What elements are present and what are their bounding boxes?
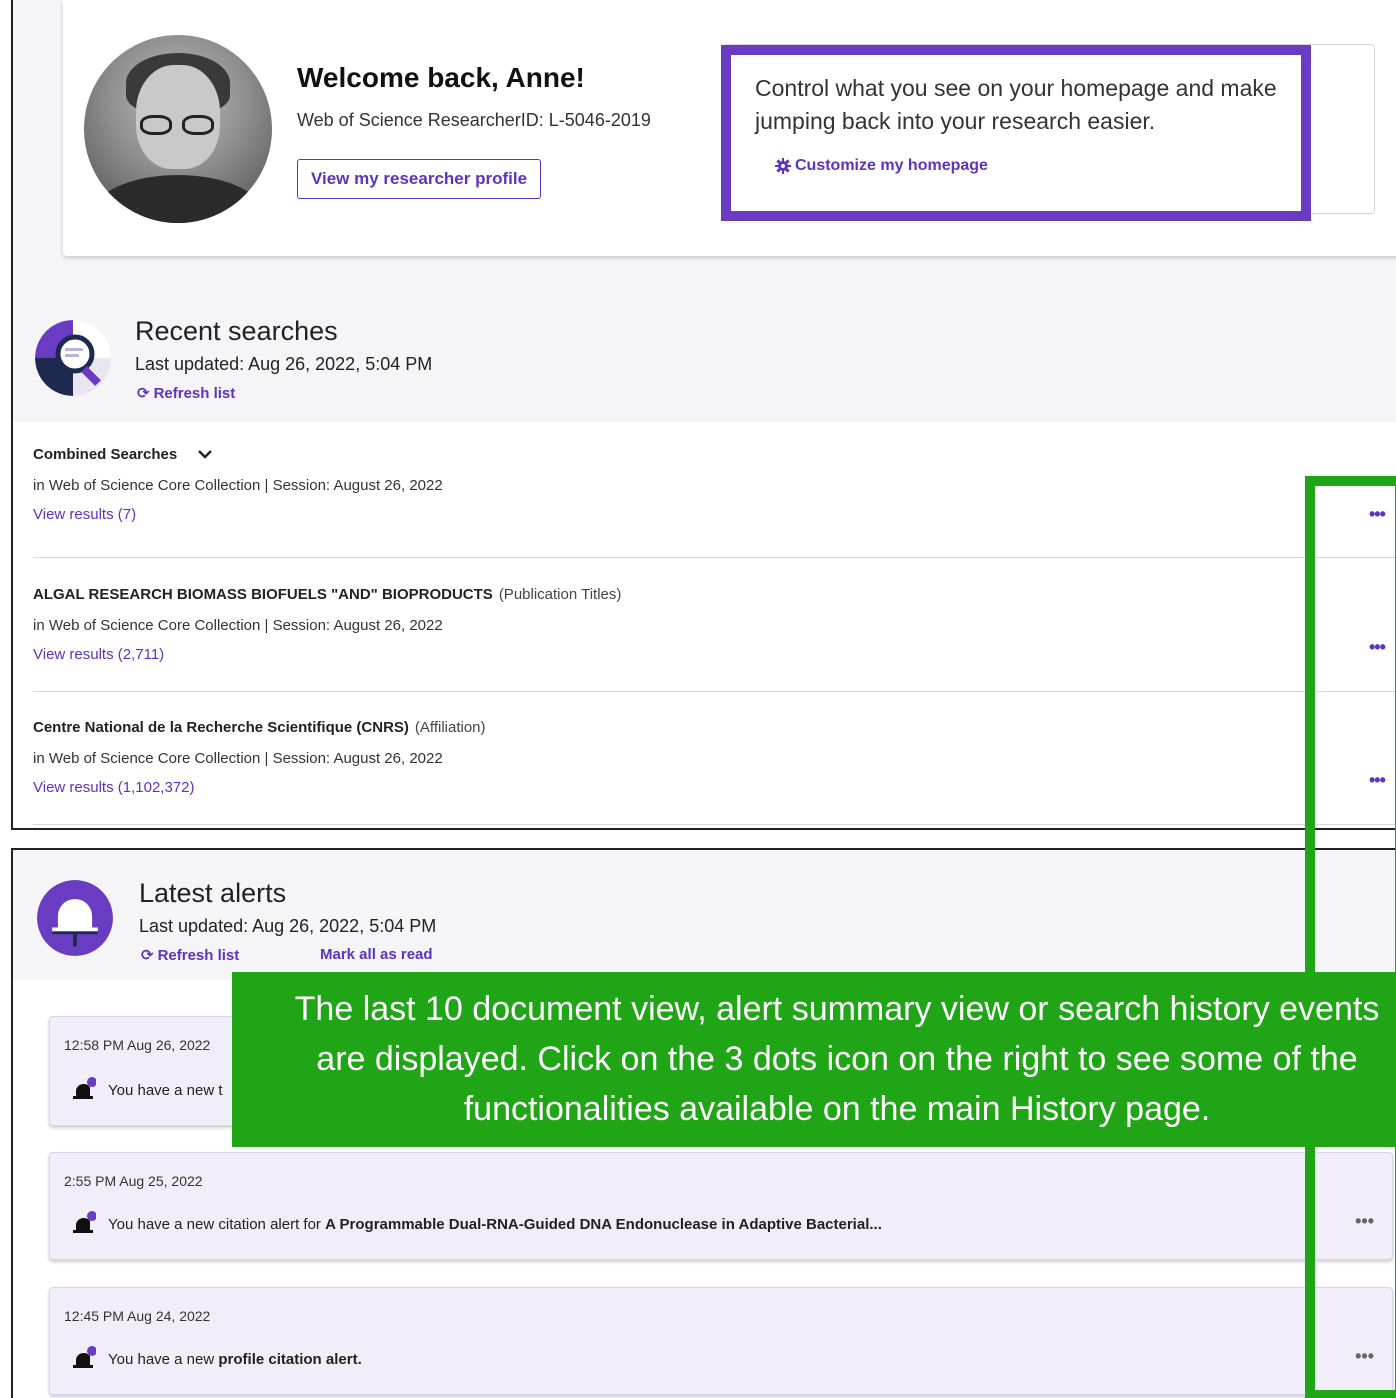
refresh-icon: ⟳ bbox=[137, 385, 150, 402]
view-results-link[interactable]: View results (2,711) bbox=[33, 646, 1396, 663]
refresh-icon: ⟳ bbox=[141, 947, 154, 964]
recent-searches-title: Recent searches bbox=[135, 316, 338, 346]
search-type: (Affiliation) bbox=[414, 719, 486, 736]
customize-description: Control what you see on your homepage an… bbox=[755, 75, 1277, 134]
alert-message: You have a new citation alert for A Prog… bbox=[72, 1211, 882, 1237]
search-title: Centre National de la Recherche Scientif… bbox=[33, 719, 409, 736]
search-meta: in Web of Science Core Collection | Sess… bbox=[33, 477, 443, 494]
customize-link-label: Customize my homepage bbox=[795, 157, 988, 174]
refresh-label: Refresh list bbox=[153, 384, 236, 402]
search-history-icon bbox=[35, 320, 111, 396]
refresh-label: Refresh list bbox=[157, 946, 240, 964]
explanation-callout: The last 10 document view, alert summary… bbox=[232, 972, 1396, 1147]
view-researcher-profile-button[interactable]: View my researcher profile bbox=[297, 159, 541, 199]
alert-text: You have a new t bbox=[108, 1081, 223, 1099]
view-results-link[interactable]: View results (7) bbox=[33, 506, 1396, 523]
view-results-link[interactable]: View results (1,102,372) bbox=[33, 779, 1396, 796]
dots-column-highlight bbox=[1305, 476, 1396, 1398]
alert-card[interactable]: 12:45 PM Aug 24, 2022 You have a new pro… bbox=[49, 1287, 1393, 1395]
recent-searches-updated: Last updated: Aug 26, 2022, 5:04 PM bbox=[135, 354, 433, 374]
search-type: (Publication Titles) bbox=[498, 586, 622, 603]
customize-homepage-link[interactable]: Customize my homepage bbox=[775, 157, 988, 175]
search-title: ALGAL RESEARCH BIOMASS BIOFUELS "AND" BI… bbox=[33, 586, 493, 603]
alert-time: 12:45 PM Aug 24, 2022 bbox=[64, 1308, 211, 1324]
recent-searches-header: Recent searches Last updated: Aug 26, 20… bbox=[13, 298, 1396, 422]
latest-alerts-title: Latest alerts bbox=[139, 878, 287, 908]
chevron-down-icon[interactable] bbox=[197, 449, 213, 461]
recent-searches-refresh[interactable]: ⟳ Refresh list bbox=[137, 384, 236, 403]
bell-icon bbox=[37, 880, 113, 956]
gear-icon bbox=[775, 158, 791, 174]
alert-time: 12:58 PM Aug 26, 2022 bbox=[64, 1037, 211, 1053]
bell-notification-icon bbox=[73, 1346, 96, 1368]
latest-alerts-refresh[interactable]: ⟳ Refresh list bbox=[141, 946, 240, 965]
bell-notification-icon bbox=[73, 1211, 96, 1233]
search-history-item: Combined Searches in Web of Science Core… bbox=[33, 446, 1396, 558]
latest-alerts-header: Latest alerts Last updated: Aug 26, 2022… bbox=[13, 850, 1396, 980]
welcome-title: Welcome back, Anne! bbox=[297, 62, 585, 93]
search-meta: in Web of Science Core Collection | Sess… bbox=[33, 750, 443, 767]
latest-alerts-updated: Last updated: Aug 26, 2022, 5:04 PM bbox=[139, 916, 437, 936]
homepage-top-panel: Welcome back, Anne! Web of Science Resea… bbox=[11, 0, 1396, 830]
alert-text: You have a new citation alert for A Prog… bbox=[108, 1215, 882, 1233]
bell-notification-icon bbox=[73, 1077, 96, 1099]
search-history-item: ALGAL RESEARCH BIOMASS BIOFUELS "AND" BI… bbox=[33, 586, 1396, 692]
avatar bbox=[84, 35, 272, 223]
alert-message: You have a new t bbox=[72, 1077, 223, 1103]
mark-all-read-link[interactable]: Mark all as read bbox=[320, 946, 433, 963]
search-history-item: Centre National de la Recherche Scientif… bbox=[33, 719, 1396, 825]
alert-text: You have a new profile citation alert. bbox=[108, 1350, 362, 1368]
search-meta: in Web of Science Core Collection | Sess… bbox=[33, 617, 443, 634]
alert-card[interactable]: 2:55 PM Aug 25, 2022 You have a new cita… bbox=[49, 1152, 1393, 1260]
search-title: Combined Searches bbox=[33, 446, 178, 463]
alert-message: You have a new profile citation alert. bbox=[72, 1346, 362, 1372]
alert-time: 2:55 PM Aug 25, 2022 bbox=[64, 1173, 203, 1189]
researcher-id: Web of Science ResearcherID: L-5046-2019 bbox=[297, 110, 651, 130]
